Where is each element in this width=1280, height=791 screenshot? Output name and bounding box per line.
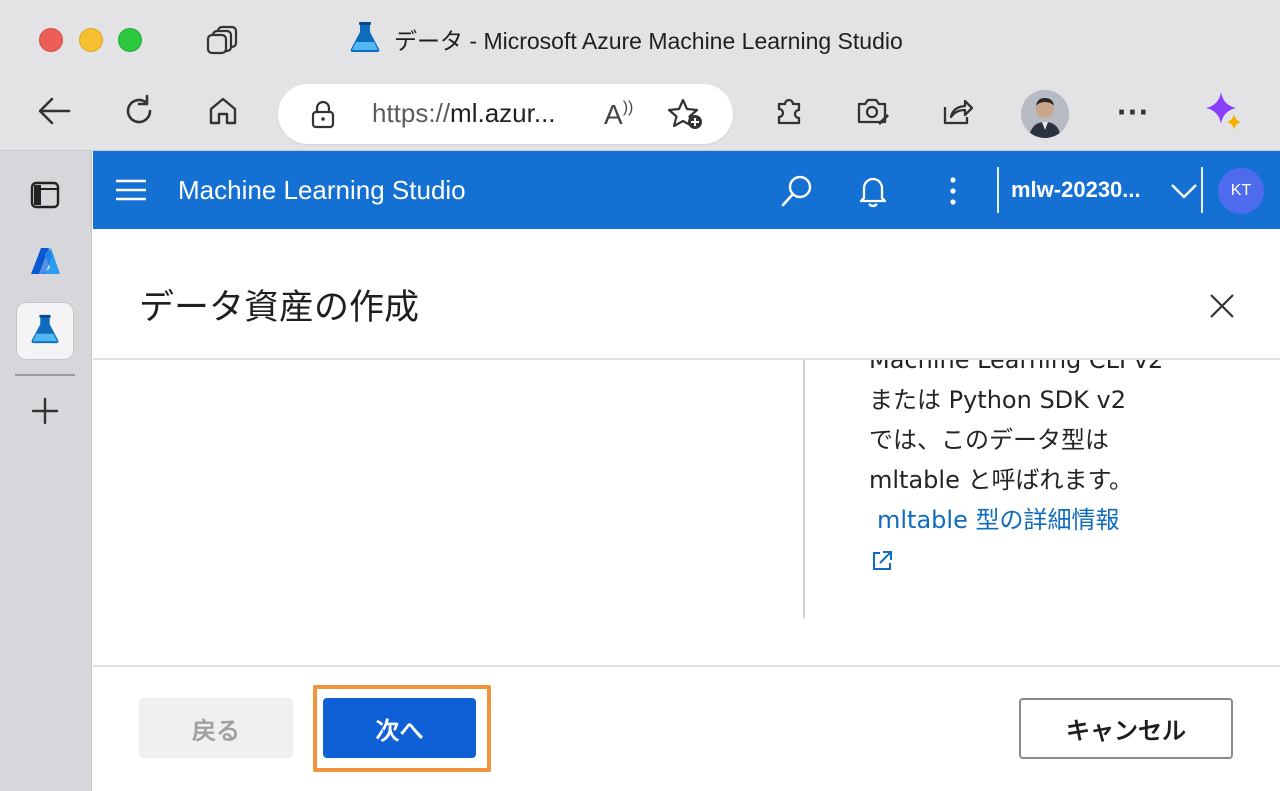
camera-edit-icon bbox=[856, 95, 890, 131]
sidebar-add-button[interactable] bbox=[16, 384, 74, 442]
workspace-selector[interactable]: mlw-20230... bbox=[1011, 177, 1141, 203]
bell-icon[interactable] bbox=[853, 171, 893, 211]
lock-icon[interactable] bbox=[310, 100, 336, 133]
info-line: mltable と呼ばれます。 bbox=[869, 466, 1134, 494]
home-icon bbox=[207, 95, 239, 131]
create-data-asset-dialog: データ資産の作成 Machine Learning CLI v2 または Pyt… bbox=[93, 229, 1280, 791]
puzzle-icon bbox=[773, 95, 805, 131]
url-text: https://ml.azur... bbox=[372, 98, 556, 129]
screenshot-button[interactable] bbox=[850, 90, 896, 136]
browser-toolbar: https://ml.azur... A)) ··· bbox=[0, 78, 1280, 151]
tab-actions-icon[interactable] bbox=[206, 24, 240, 56]
profile-avatar[interactable] bbox=[1021, 90, 1069, 138]
next-button[interactable]: 次へ bbox=[323, 698, 476, 758]
sidebar-separator bbox=[15, 374, 75, 376]
info-panel-divider bbox=[803, 360, 805, 618]
more-menu-button[interactable]: ··· bbox=[1110, 90, 1156, 136]
copilot-button[interactable] bbox=[1200, 90, 1246, 136]
close-dialog-button[interactable] bbox=[1205, 291, 1239, 325]
minimize-window-button[interactable] bbox=[79, 28, 103, 52]
sidebar-panel-icon bbox=[30, 180, 60, 214]
info-line: では、このデータ型は bbox=[869, 426, 1109, 454]
chevron-down-icon[interactable] bbox=[1164, 171, 1204, 211]
info-panel: Machine Learning CLI v2 または Python SDK v… bbox=[869, 360, 1269, 620]
info-text: Machine Learning CLI v2 または Python SDK v… bbox=[869, 360, 1163, 584]
ellipsis-icon: ··· bbox=[1116, 98, 1150, 128]
sidebar-item-ml-studio[interactable] bbox=[16, 302, 74, 360]
address-bar[interactable]: https://ml.azur... A)) bbox=[278, 84, 733, 144]
zoom-window-button[interactable] bbox=[118, 28, 142, 52]
refresh-button[interactable] bbox=[116, 90, 162, 136]
arrow-left-icon bbox=[37, 96, 71, 130]
dialog-footer-divider bbox=[93, 665, 1280, 667]
extensions-button[interactable] bbox=[766, 90, 812, 136]
sparkle-icon bbox=[1201, 89, 1245, 137]
browser-titlebar: データ - Microsoft Azure Machine Learning S… bbox=[0, 0, 1280, 78]
close-icon bbox=[1209, 293, 1235, 323]
hamburger-menu-icon[interactable] bbox=[115, 179, 147, 201]
close-window-button[interactable] bbox=[39, 28, 63, 52]
url-host: ml.azur... bbox=[450, 98, 556, 128]
app-header: Machine Learning Studio mlw-20230... KT bbox=[93, 151, 1280, 229]
window-title-text: データ - Microsoft Azure Machine Learning S… bbox=[394, 28, 903, 54]
header-divider bbox=[997, 167, 999, 213]
azure-ml-flask-icon bbox=[348, 20, 382, 58]
search-icon[interactable] bbox=[777, 171, 817, 211]
plus-icon bbox=[30, 396, 60, 430]
user-avatar[interactable]: KT bbox=[1218, 168, 1264, 214]
app-title[interactable]: Machine Learning Studio bbox=[178, 175, 466, 206]
back-button[interactable]: 戻る bbox=[139, 698, 293, 758]
browser-sidebar bbox=[0, 151, 92, 791]
mltable-learn-more-link[interactable]: mltable 型の詳細情報 bbox=[869, 500, 1163, 540]
azure-logo-icon bbox=[29, 246, 61, 280]
cancel-button[interactable]: キャンセル bbox=[1019, 698, 1233, 759]
window-title: データ - Microsoft Azure Machine Learning S… bbox=[348, 20, 903, 58]
dialog-title: データ資産の作成 bbox=[139, 288, 420, 328]
header-divider bbox=[1201, 167, 1203, 213]
add-favorite-icon[interactable] bbox=[667, 97, 704, 135]
home-button[interactable] bbox=[200, 90, 246, 136]
info-line: Machine Learning CLI v2 bbox=[869, 360, 1164, 374]
sidebar-panel-toggle[interactable] bbox=[16, 168, 74, 226]
external-link-icon[interactable] bbox=[869, 544, 1163, 584]
read-aloud-icon[interactable]: A)) bbox=[604, 99, 633, 131]
url-scheme: https:// bbox=[372, 98, 451, 128]
info-line: または Python SDK v2 bbox=[869, 386, 1127, 414]
refresh-icon bbox=[122, 94, 156, 132]
share-button[interactable] bbox=[934, 90, 980, 136]
back-nav-button[interactable] bbox=[31, 90, 77, 136]
more-vertical-icon[interactable] bbox=[933, 171, 973, 211]
azure-ml-flask-icon bbox=[29, 313, 61, 349]
share-icon bbox=[941, 95, 974, 131]
sidebar-item-azure[interactable] bbox=[16, 234, 74, 292]
